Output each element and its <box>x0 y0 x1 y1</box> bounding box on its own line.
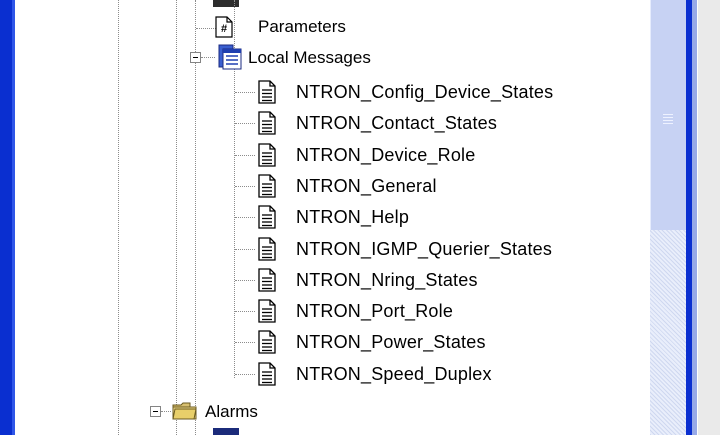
text-document-icon <box>258 299 276 328</box>
tree-connector <box>235 217 255 218</box>
text-document-icon <box>258 237 276 266</box>
left-window-border <box>0 0 12 435</box>
scrollbar-grip <box>663 120 673 121</box>
text-document-icon <box>258 362 276 391</box>
tree-connector <box>161 411 171 412</box>
tree-connector <box>201 57 215 58</box>
hash-document-icon: # <box>215 16 233 43</box>
collapse-toggle-alarms[interactable] <box>150 406 161 417</box>
tree-connector <box>235 186 255 187</box>
tree-guide-line <box>176 0 177 435</box>
partial-item-icon <box>213 0 239 7</box>
tree-connector <box>235 123 255 124</box>
tree-item-parameters[interactable]: Parameters <box>258 17 346 37</box>
tree-connector <box>235 155 255 156</box>
tree-connector <box>235 92 255 93</box>
scrollbar-grip <box>663 123 673 124</box>
scrollbar-grip <box>663 117 673 118</box>
tree-item-message[interactable]: NTRON_Speed_Duplex <box>296 364 492 384</box>
vertical-scrollbar-thumb[interactable] <box>650 0 688 230</box>
tree-view[interactable]: # Parameters Local Messages NTRON_Config… <box>15 0 650 435</box>
text-document-icon <box>258 268 276 297</box>
tree-item-message[interactable]: NTRON_Port_Role <box>296 301 453 321</box>
tree-item-message[interactable]: NTRON_Help <box>296 207 409 227</box>
tree-item-message[interactable]: NTRON_General <box>296 176 437 196</box>
scrollbar-grip <box>663 114 673 115</box>
tree-connector <box>235 342 255 343</box>
tree-item-local-messages[interactable]: Local Messages <box>248 48 371 68</box>
tree-guide-line <box>195 420 196 435</box>
tree-item-message[interactable]: NTRON_Contact_States <box>296 113 497 133</box>
svg-text:#: # <box>221 23 227 35</box>
tree-connector <box>235 374 255 375</box>
text-document-icon <box>258 205 276 234</box>
collapse-toggle-local-messages[interactable] <box>190 52 201 63</box>
tree-connector <box>196 28 216 29</box>
tree-item-message[interactable]: NTRON_Nring_States <box>296 270 478 290</box>
tree-connector <box>235 280 255 281</box>
tree-guide-line <box>118 0 119 435</box>
tree-item-message[interactable]: NTRON_Device_Role <box>296 145 475 165</box>
tree-item-message[interactable]: NTRON_Power_States <box>296 332 486 352</box>
tree-item-alarms[interactable]: Alarms <box>205 402 258 422</box>
text-document-icon <box>258 111 276 140</box>
adjacent-pane <box>697 0 720 435</box>
tree-item-message[interactable]: NTRON_IGMP_Querier_States <box>296 239 552 259</box>
partial-item-icon <box>213 428 239 435</box>
message-table-icon <box>218 44 242 75</box>
text-document-icon <box>258 80 276 109</box>
tree-connector <box>235 311 255 312</box>
tree-item-message[interactable]: NTRON_Config_Device_States <box>296 82 553 102</box>
text-document-icon <box>258 174 276 203</box>
text-document-icon <box>258 143 276 172</box>
tree-connector <box>235 249 255 250</box>
text-document-icon <box>258 330 276 359</box>
